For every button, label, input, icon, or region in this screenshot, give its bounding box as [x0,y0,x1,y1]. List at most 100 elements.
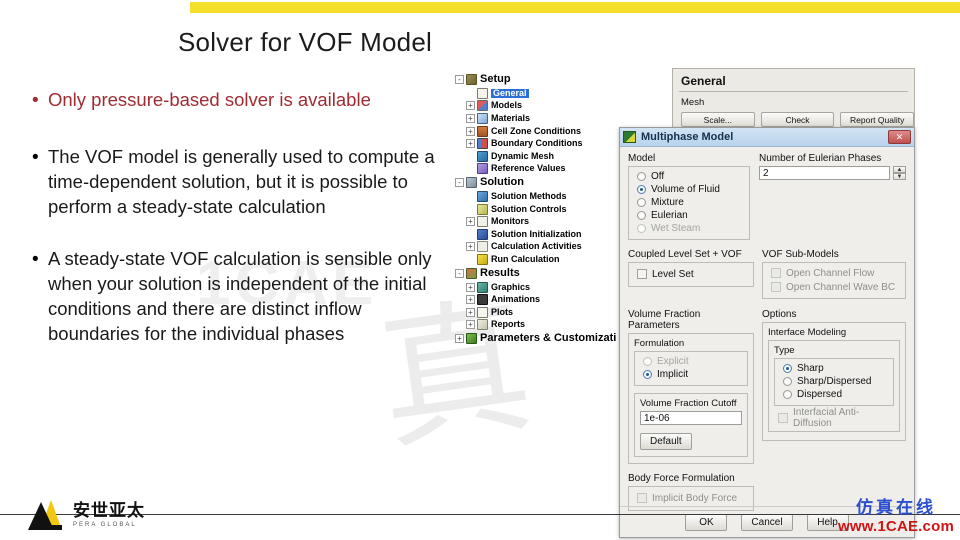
collapse-icon[interactable]: - [455,178,464,188]
tree-item-materials[interactable]: + Materials [466,112,655,125]
report-quality-button[interactable]: Report Quality [840,112,914,127]
bullet-item-2: • The VOF model is generally used to com… [32,145,456,219]
watermark-cn-text: 仿真在线 [855,498,936,518]
eulerian-phases-stepper[interactable]: ▲ ▼ [893,166,906,180]
tree-item-label: Reports [491,319,526,330]
vof-submodels-label: VOF Sub-Models [762,249,839,260]
checkbox-label: Open Channel Wave BC [786,281,896,293]
bullet-item-1: • Only pressure-based solver is availabl… [32,88,456,113]
cutoff-label: Volume Fraction Cutoff [640,398,737,409]
collapse-icon[interactable]: - [455,268,464,278]
type-label: Type [774,345,795,356]
radio-implicit[interactable]: Implicit [643,368,747,381]
general-icon [477,87,488,99]
checkbox-label: Implicit Body Force [652,492,738,504]
results-icon [466,267,477,279]
coupled-level-set-group[interactable]: Level Set [628,262,754,287]
checkbox-icon [637,493,647,503]
runcalc-icon [477,253,488,265]
bullet-text: The VOF model is generally used to compu… [48,146,435,217]
tree-item-label: General [491,87,529,98]
expand-icon[interactable]: + [466,113,475,123]
radio-label: Volume of Fluid [651,184,720,195]
bullet-list: • Only pressure-based solver is availabl… [32,88,456,349]
radio-label: Wet Steam [651,223,701,234]
mesh-section-label: Mesh [681,97,705,108]
expand-icon[interactable]: + [455,334,464,344]
formulation-radio-group[interactable]: Explicit Implicit [634,351,748,386]
watermark-url-text: www.1CAE.com [837,518,954,535]
bullet-gap [32,115,456,145]
radio-icon [783,390,792,399]
bullet-gap [32,221,456,247]
expand-icon[interactable]: + [466,126,475,136]
default-button[interactable]: Default [640,433,692,450]
close-icon[interactable]: ✕ [888,130,911,144]
radio-volume-of-fluid[interactable]: Volume of Fluid [637,183,749,196]
tree-item-models[interactable]: + Models [466,100,655,113]
multiphase-model-dialog[interactable]: Multiphase Model ✕ Model Off Volume of F… [619,127,915,538]
volume-fraction-cutoff-group: Volume Fraction Cutoff 1e-06 Default [634,393,748,457]
tree-item-label: Setup [480,73,511,85]
tree-item-label: Dynamic Mesh [491,150,555,161]
radio-off[interactable]: Off [637,170,749,183]
vof-submodels-group[interactable]: Open Channel Flow Open Channel Wave BC [762,262,906,299]
tree-item-label: Monitors [491,216,529,227]
collapse-icon[interactable]: - [455,75,464,84]
ok-button[interactable]: OK [685,513,728,531]
radio-sharp-dispersed[interactable]: Sharp/Dispersed [783,375,893,388]
model-radio-group[interactable]: Off Volume of Fluid Mixture Eulerian Wet… [628,166,750,240]
radio-label: Explicit [657,356,689,367]
tree-item-label: Materials [491,112,531,123]
spinner-up-icon[interactable]: ▲ [893,166,906,173]
materials-icon [477,112,488,124]
bullet-text: A steady-state VOF calculation is sensib… [48,248,432,344]
radio-explicit: Explicit [643,355,747,368]
eulerian-phases-input[interactable]: 2 [759,166,890,180]
bullet-marker: • [32,147,39,169]
dynamicmesh-icon [477,150,488,162]
dialog-body: Model Off Volume of Fluid Mixture Euleri… [620,147,914,511]
checkbox-level-set[interactable]: Level Set [637,267,753,281]
checkbox-label: Open Channel Flow [786,267,875,279]
dialog-title: Multiphase Model [641,131,734,143]
dialog-title-bar[interactable]: Multiphase Model ✕ [620,128,914,147]
checkbox-open-channel-flow: Open Channel Flow [771,266,905,280]
expand-icon[interactable]: + [466,282,475,292]
radio-eulerian[interactable]: Eulerian [637,209,749,222]
cutoff-input[interactable]: 1e-06 [640,411,742,425]
radio-icon [637,224,646,233]
expand-icon[interactable]: + [466,217,475,227]
expand-icon[interactable]: + [466,295,475,305]
radio-dispersed[interactable]: Dispersed [783,388,893,401]
expand-icon[interactable]: + [466,320,475,330]
cancel-button[interactable]: Cancel [741,513,793,531]
expand-icon[interactable]: + [466,242,475,252]
tree-item-general[interactable]: General [466,87,655,100]
options-label: Options [762,309,797,320]
check-button[interactable]: Check [760,112,835,127]
scale-button[interactable]: Scale... [681,112,755,127]
radio-label: Mixture [651,197,684,208]
tree-item-setup[interactable]: - Setup [455,72,655,87]
expand-icon[interactable]: + [466,307,475,317]
radio-icon [643,357,652,366]
init-icon [477,228,488,240]
tree-item-label: Solution Methods [491,190,567,201]
radio-label: Sharp/Dispersed [797,376,872,387]
expand-icon[interactable]: + [466,101,475,111]
tree-item-label: Plots [491,306,514,317]
cellzone-icon [477,125,488,137]
radio-sharp[interactable]: Sharp [783,362,893,375]
expand-icon[interactable]: + [466,139,475,149]
radio-wet-steam: Wet Steam [637,222,749,235]
radio-mixture[interactable]: Mixture [637,196,749,209]
tree-item-label: Results [480,266,520,279]
model-group-label: Model [628,153,656,164]
bullet-text: Only pressure-based solver is available [48,89,371,110]
type-radio-group[interactable]: Sharp Sharp/Dispersed Dispersed [774,358,894,406]
spinner-down-icon[interactable]: ▼ [893,173,906,180]
